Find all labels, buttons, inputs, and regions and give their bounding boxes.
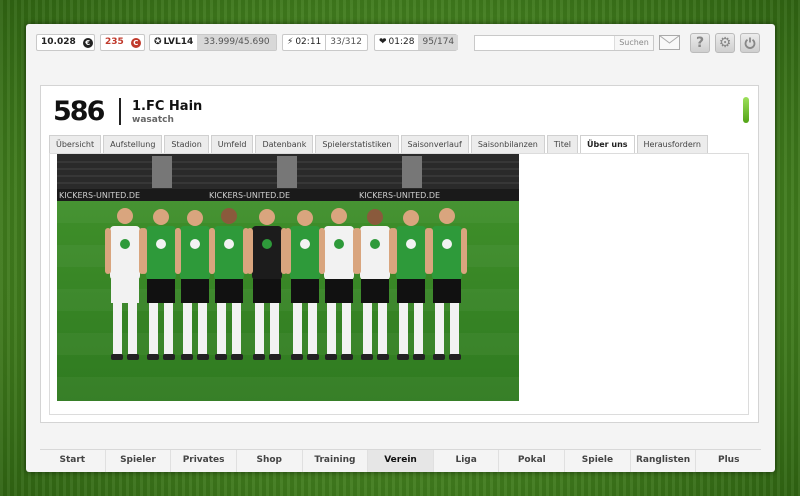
- level-display: ✪ LVL14 33.999/45.690: [149, 34, 277, 51]
- heart-icon: ❤: [379, 37, 387, 47]
- xp-value: 33.999/45.690: [197, 35, 276, 50]
- nav-spieler[interactable]: Spieler: [106, 450, 172, 472]
- money-coin-icon: €: [82, 37, 93, 48]
- settings-gear-icon[interactable]: ⚙: [715, 33, 735, 53]
- nav-ranglisten[interactable]: Ranglisten: [631, 450, 697, 472]
- help-icon[interactable]: ?: [690, 33, 710, 53]
- nav-plus[interactable]: Plus: [696, 450, 761, 472]
- fitness-timer: 01:28: [388, 37, 415, 47]
- energy-timer: 02:11: [295, 37, 322, 47]
- fitness-display: ❤ 01:28 95/174: [374, 34, 459, 51]
- ad-board-text: KICKERS-UNITED.DE: [59, 191, 140, 200]
- energy-value: 33/312: [330, 37, 362, 47]
- tab-umfeld[interactable]: Umfeld: [210, 135, 254, 153]
- nav-training[interactable]: Training: [303, 450, 369, 472]
- nav-verein[interactable]: Verein: [368, 450, 434, 472]
- divider: [119, 98, 121, 125]
- nav-shop[interactable]: Shop: [237, 450, 303, 472]
- club-owner[interactable]: wasatch: [132, 115, 174, 125]
- team-photo: KICKERS-UNITED.DE KICKERS-UNITED.DE KICK…: [57, 154, 519, 401]
- money-display: 10.028 €: [36, 34, 95, 51]
- mail-icon[interactable]: [659, 35, 680, 50]
- search-button[interactable]: Suchen: [614, 36, 653, 50]
- tab-stadion[interactable]: Stadion: [164, 135, 209, 153]
- main-navigation: Start Spieler Privates Shop Training Ver…: [40, 449, 761, 472]
- tab-herausfordern[interactable]: Herausfordern: [636, 135, 708, 153]
- tab-saisonbilanzen[interactable]: Saisonbilanzen: [470, 135, 545, 153]
- tab-ueber-uns[interactable]: Über uns: [580, 135, 635, 153]
- credits-coin-icon: C: [130, 37, 141, 48]
- search-box: Suchen: [474, 35, 654, 51]
- club-name: 1.FC Hain: [132, 99, 203, 114]
- money-value: 10.028: [41, 37, 76, 47]
- tab-saisonverlauf[interactable]: Saisonverlauf: [400, 135, 469, 153]
- nav-pokal[interactable]: Pokal: [499, 450, 566, 472]
- energy-display: ⚡ 02:11 33/312: [282, 34, 368, 51]
- level-value: LVL14: [163, 37, 194, 47]
- tab-datenbank[interactable]: Datenbank: [255, 135, 314, 153]
- search-input[interactable]: [475, 36, 614, 50]
- star-icon: ✪: [154, 37, 162, 47]
- game-window: 10.028 € 235 C ✪ LVL14 33.999/45.690 ⚡ 0…: [26, 24, 775, 472]
- tab-uebersicht[interactable]: Übersicht: [49, 135, 102, 153]
- nav-liga[interactable]: Liga: [434, 450, 500, 472]
- tab-aufstellung[interactable]: Aufstellung: [103, 135, 163, 153]
- credits-display[interactable]: 235 C: [100, 34, 145, 51]
- lightning-icon: ⚡: [287, 37, 294, 47]
- tab-spielerstatistiken[interactable]: Spielerstatistiken: [315, 135, 399, 153]
- nav-start[interactable]: Start: [40, 450, 106, 472]
- tab-titel[interactable]: Titel: [546, 135, 578, 153]
- ad-board-text: KICKERS-UNITED.DE: [209, 191, 290, 200]
- club-panel: 586 1.FC Hain wasatch Übersicht Aufstell…: [40, 85, 759, 423]
- club-tabs: Übersicht Aufstellung Stadion Umfeld Dat…: [49, 135, 710, 153]
- credits-value: 235: [105, 37, 124, 47]
- tab-content: KICKERS-UNITED.DE KICKERS-UNITED.DE KICK…: [49, 153, 749, 415]
- top-bar: 10.028 € 235 C ✪ LVL14 33.999/45.690 ⚡ 0…: [26, 24, 775, 62]
- nav-privates[interactable]: Privates: [171, 450, 237, 472]
- club-rank: 586: [53, 96, 105, 127]
- fitness-value: 95/174: [418, 35, 459, 50]
- status-meter: [743, 97, 749, 123]
- ad-board-text: KICKERS-UNITED.DE: [359, 191, 440, 200]
- power-icon[interactable]: [740, 33, 760, 53]
- nav-spiele[interactable]: Spiele: [565, 450, 631, 472]
